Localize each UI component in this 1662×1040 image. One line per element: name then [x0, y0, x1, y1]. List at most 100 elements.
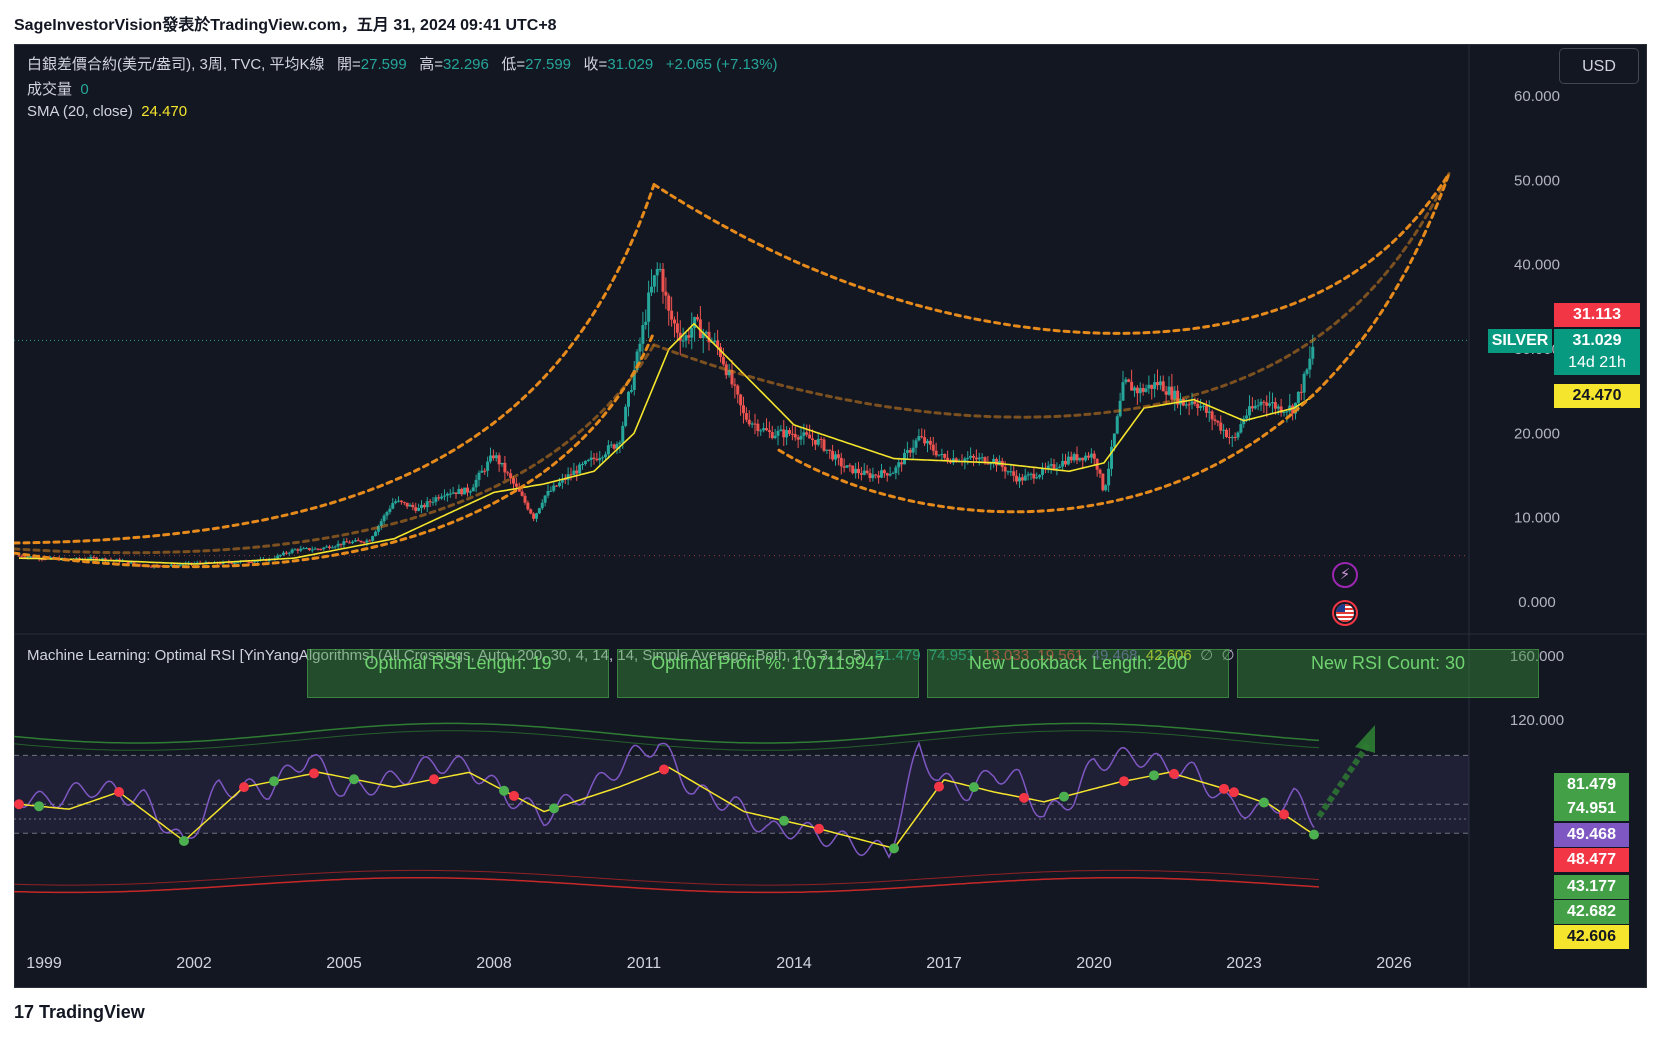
candle-body — [552, 485, 556, 491]
candle-body — [431, 501, 435, 503]
candle-body — [1156, 382, 1159, 386]
candle-body — [89, 557, 93, 560]
candle-body — [399, 500, 403, 502]
candle-body — [995, 458, 998, 466]
candle-body — [497, 455, 501, 465]
publish-caption: SageInvestorVision發表於TradingView.com，五月 … — [14, 17, 557, 34]
candle-body — [583, 460, 587, 465]
candle-body — [374, 531, 377, 537]
candle-body — [313, 548, 317, 550]
candle-body — [759, 430, 763, 432]
candle-body — [1250, 406, 1254, 409]
candle-body — [307, 548, 311, 551]
candle-body — [532, 513, 536, 519]
candle-body — [670, 310, 674, 320]
candle-body — [1311, 346, 1315, 359]
candle-body — [305, 548, 308, 550]
candle-body — [888, 473, 892, 476]
candle-body — [1124, 379, 1128, 383]
candle-body — [877, 475, 881, 478]
candle-body — [572, 470, 576, 475]
candle-body — [1273, 402, 1277, 409]
candle-body — [325, 546, 329, 548]
candle-body — [1262, 401, 1266, 403]
candle-body — [592, 457, 596, 459]
rsi-sell-dot — [1279, 809, 1289, 820]
candle-body — [440, 496, 444, 499]
candle-body — [851, 465, 855, 474]
sma-price-badge: 24.470 — [1554, 384, 1640, 408]
candle-body — [1115, 416, 1119, 434]
rsi-tick-label: 120.000 — [1510, 712, 1564, 729]
main-legend: 白銀差價合約(美元/盎司), 3周, TVC, 平均K線 開=27.599 高=… — [27, 53, 777, 74]
candle-body — [1084, 455, 1088, 461]
candle-body — [345, 541, 349, 543]
candle-body — [848, 465, 852, 467]
candle-body — [629, 390, 633, 392]
currency-button[interactable]: USD — [1559, 48, 1639, 84]
us-flag-icon[interactable] — [1332, 600, 1358, 626]
candle-body — [1253, 405, 1257, 409]
candle-body — [974, 457, 978, 460]
price-tick-label: 50.000 — [1514, 172, 1560, 189]
candle-body — [1052, 464, 1056, 469]
candle-body — [687, 335, 691, 338]
candle-body — [471, 487, 475, 492]
candle-body — [279, 554, 283, 556]
candle-body — [483, 470, 487, 472]
candle-body — [1204, 405, 1208, 413]
candle-body — [813, 439, 817, 445]
candle-body — [1121, 382, 1125, 401]
candle-body — [1118, 400, 1122, 417]
candle-body — [391, 503, 395, 509]
candle-body — [690, 327, 694, 338]
candle-body — [1135, 387, 1139, 394]
tradingview-logo[interactable]: 17 TradingView — [14, 1002, 145, 1023]
rsi-buy-dot — [1309, 829, 1319, 840]
candle-body — [770, 432, 774, 439]
rsi-sell-dot — [1119, 776, 1129, 787]
candle-body — [1023, 475, 1027, 481]
candle-body — [897, 462, 901, 468]
lightning-icon[interactable]: ⚡ — [1332, 562, 1358, 588]
candle-body — [972, 455, 975, 458]
rsi-badge-avg: 42.606 — [1554, 925, 1629, 949]
candle-body — [604, 454, 607, 458]
candle-body — [1112, 433, 1116, 447]
candle-body — [339, 543, 343, 545]
candle-body — [713, 340, 717, 342]
candle-body — [535, 513, 538, 519]
candle-body — [606, 445, 610, 455]
candle-body — [569, 474, 573, 476]
candle-body — [491, 455, 495, 459]
rsi-buy-dot — [179, 836, 189, 846]
candle-body — [299, 548, 303, 551]
rsi-zone — [14, 755, 1469, 834]
candle-body — [805, 432, 809, 435]
candle-body — [336, 543, 340, 547]
high-price-badge: 31.113 — [1554, 303, 1640, 327]
candle-body — [437, 497, 441, 499]
time-tick-label: 2011 — [627, 955, 662, 972]
candle-body — [802, 432, 806, 436]
candle-body — [1089, 453, 1093, 458]
candle-body — [474, 479, 478, 488]
candle-body — [575, 470, 579, 474]
candle-body — [1133, 387, 1136, 391]
candle-body — [1207, 411, 1211, 413]
candle-body — [322, 547, 326, 550]
candle-body — [394, 501, 398, 504]
candle-body — [1081, 457, 1085, 461]
candle-body — [1061, 460, 1065, 467]
candle-body — [23, 556, 27, 558]
candle-body — [362, 542, 366, 544]
candle-body — [578, 464, 582, 474]
candle-body — [1009, 471, 1013, 473]
candle-body — [494, 455, 498, 459]
time-tick-label: 2002 — [176, 955, 212, 972]
chart-canvas[interactable]: 0.00010.00020.00030.00040.00050.00060.00… — [14, 44, 1647, 988]
candle-body — [618, 442, 622, 445]
candle-body — [661, 268, 665, 292]
candle-body — [598, 457, 602, 461]
channel-mid-right — [652, 172, 1451, 419]
